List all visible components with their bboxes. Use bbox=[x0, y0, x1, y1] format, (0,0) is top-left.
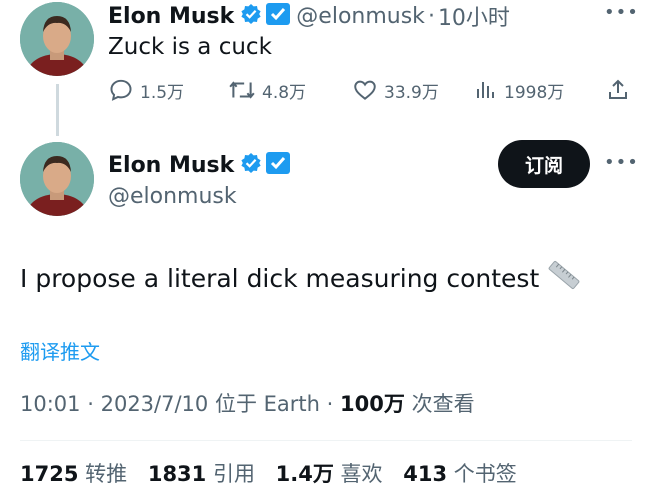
likes-label: 喜欢 bbox=[340, 462, 383, 486]
subscribe-button[interactable]: 订阅 bbox=[498, 140, 590, 188]
separator: · bbox=[427, 3, 435, 29]
ruler-emoji bbox=[547, 258, 581, 298]
divider bbox=[20, 440, 632, 441]
view-count: 100万 bbox=[340, 392, 405, 416]
author-handle[interactable]: @elonmusk bbox=[108, 184, 237, 209]
verified-icon bbox=[240, 3, 262, 29]
reply-header: Elon Musk @elonmusk · 10小时 bbox=[108, 0, 510, 32]
quotes-label: 引用 bbox=[212, 462, 255, 486]
engagement-stats: 1725 转推 1831 引用 1.4万 喜欢 413 个书签 bbox=[20, 458, 531, 488]
author-name[interactable]: Elon Musk bbox=[108, 153, 234, 178]
share-button[interactable] bbox=[606, 76, 636, 104]
like-icon bbox=[354, 80, 376, 100]
reply-author-name[interactable]: Elon Musk bbox=[108, 4, 234, 29]
reply-count: 1.5万 bbox=[140, 82, 185, 103]
tweet-meta: 10:01 · 2023/7/10 位于 Earth · 100万 次查看 bbox=[20, 388, 475, 418]
tweet-time[interactable]: 10:01 bbox=[20, 392, 81, 416]
retweets-label: 转推 bbox=[85, 462, 128, 486]
author-header: Elon Musk bbox=[108, 150, 291, 180]
author-avatar[interactable] bbox=[20, 142, 94, 216]
reply-text: Zuck is a cuck bbox=[108, 34, 272, 60]
separator: · bbox=[326, 392, 334, 416]
reply-button[interactable]: 1.5万 bbox=[108, 76, 184, 104]
like-count: 33.9万 bbox=[384, 82, 439, 103]
quotes-count: 1831 bbox=[147, 462, 207, 486]
bookmarks-label: 个书签 bbox=[453, 462, 517, 486]
verified-org-icon bbox=[266, 152, 291, 178]
separator: · bbox=[87, 392, 94, 416]
more-icon[interactable]: ••• bbox=[604, 152, 639, 173]
retweet-button[interactable]: 4.8万 bbox=[228, 76, 306, 104]
views-count: 1998万 bbox=[504, 82, 565, 103]
retweet-count: 4.8万 bbox=[262, 82, 307, 103]
reply-more-icon[interactable]: ••• bbox=[604, 2, 639, 23]
translate-link[interactable]: 翻译推文 bbox=[20, 336, 100, 365]
tweet-date[interactable]: 2023/7/10 bbox=[101, 392, 209, 416]
reply-icon bbox=[110, 79, 132, 101]
retweets-count: 1725 bbox=[20, 462, 79, 486]
views-button[interactable]: 1998万 bbox=[474, 76, 564, 104]
views-icon bbox=[477, 82, 494, 98]
tweet-location: Earth bbox=[263, 392, 320, 416]
reply-handle[interactable]: @elonmusk bbox=[296, 4, 425, 29]
likes-count: 1.4万 bbox=[275, 462, 334, 486]
retweets-stat[interactable]: 1725 转推 bbox=[20, 462, 127, 486]
thread-line bbox=[56, 84, 59, 136]
share-icon bbox=[609, 79, 627, 99]
tweet-body: I propose a literal dick measuring conte… bbox=[20, 263, 540, 293]
view-count-label: 次查看 bbox=[411, 392, 475, 416]
retweet-icon bbox=[229, 81, 255, 99]
bookmarks-count: 413 bbox=[403, 462, 448, 486]
verified-icon bbox=[240, 152, 262, 178]
verified-org-icon bbox=[266, 3, 291, 29]
bookmarks-stat[interactable]: 413 个书签 bbox=[403, 462, 517, 486]
reply-avatar[interactable] bbox=[20, 2, 94, 76]
tweet-text: I propose a literal dick measuring conte… bbox=[20, 258, 581, 298]
location-prefix: 位于 bbox=[214, 392, 257, 416]
reply-time[interactable]: 10小时 bbox=[438, 0, 510, 32]
like-button[interactable]: 33.9万 bbox=[352, 76, 439, 104]
likes-stat[interactable]: 1.4万 喜欢 bbox=[276, 462, 383, 486]
quotes-stat[interactable]: 1831 引用 bbox=[148, 462, 255, 486]
